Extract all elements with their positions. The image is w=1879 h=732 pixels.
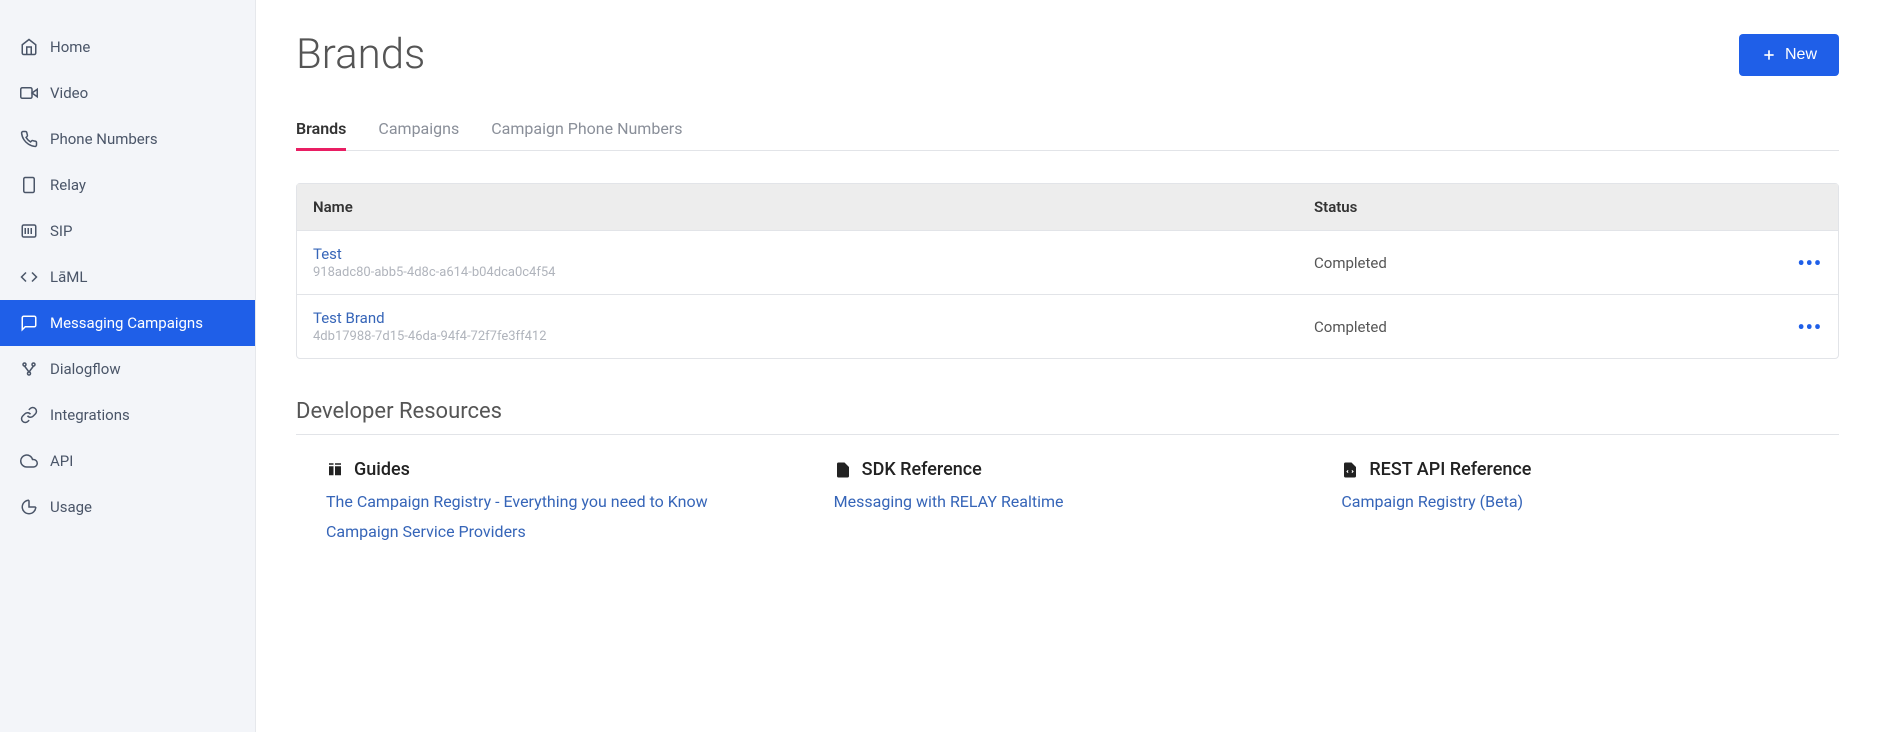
sidebar-item-label: Integrations bbox=[50, 406, 130, 424]
sidebar-item-label: Usage bbox=[50, 498, 92, 516]
relay-icon bbox=[20, 176, 38, 194]
resource-link[interactable]: Messaging with RELAY Realtime bbox=[834, 490, 1302, 514]
new-button-label: New bbox=[1785, 46, 1817, 64]
file-code-icon bbox=[834, 461, 852, 479]
sidebar-item-label: API bbox=[50, 452, 73, 470]
column-header-actions bbox=[1778, 184, 1838, 230]
cell-name: Test Brand 4db17988-7d15-46da-94f4-72f7f… bbox=[297, 295, 1298, 358]
main-content: Brands New Brands Campaigns Campaign Pho… bbox=[256, 0, 1879, 732]
video-icon bbox=[20, 84, 38, 102]
sidebar-item-label: Video bbox=[50, 84, 88, 102]
cell-status: Completed bbox=[1298, 304, 1778, 350]
resource-heading: SDK Reference bbox=[834, 459, 1302, 480]
sidebar-item-messaging-campaigns[interactable]: Messaging Campaigns bbox=[0, 300, 255, 346]
tabs: Brands Campaigns Campaign Phone Numbers bbox=[296, 109, 1839, 151]
cell-name: Test 918adc80-abb5-4d8c-a614-b04dca0c4f5… bbox=[297, 231, 1298, 294]
brand-id: 918adc80-abb5-4d8c-a614-b04dca0c4f54 bbox=[313, 265, 1282, 280]
table-row: Test 918adc80-abb5-4d8c-a614-b04dca0c4f5… bbox=[297, 230, 1838, 294]
phone-icon bbox=[20, 130, 38, 148]
developer-resources-title: Developer Resources bbox=[296, 399, 1839, 424]
resource-heading: Guides bbox=[326, 459, 794, 480]
sidebar-item-api[interactable]: API bbox=[0, 438, 255, 484]
sidebar-item-label: Phone Numbers bbox=[50, 130, 158, 148]
book-icon bbox=[326, 461, 344, 479]
developer-resources: Guides The Campaign Registry - Everythin… bbox=[296, 459, 1839, 550]
column-header-name: Name bbox=[297, 184, 1298, 230]
sidebar-item-usage[interactable]: Usage bbox=[0, 484, 255, 530]
sidebar-item-label: Messaging Campaigns bbox=[50, 314, 203, 332]
link-icon bbox=[20, 406, 38, 424]
resource-column-rest: REST API Reference Campaign Registry (Be… bbox=[1341, 459, 1809, 550]
divider bbox=[296, 434, 1839, 435]
row-actions-button[interactable]: ••• bbox=[1797, 315, 1822, 339]
sidebar-item-label: SIP bbox=[50, 222, 72, 240]
sidebar-item-label: Home bbox=[50, 38, 90, 56]
sidebar-item-laml[interactable]: LāML bbox=[0, 254, 255, 300]
cloud-icon bbox=[20, 452, 38, 470]
sidebar-item-video[interactable]: Video bbox=[0, 70, 255, 116]
resource-link[interactable]: Campaign Registry (Beta) bbox=[1341, 490, 1809, 514]
sidebar-item-phone-numbers[interactable]: Phone Numbers bbox=[0, 116, 255, 162]
sidebar-item-relay[interactable]: Relay bbox=[0, 162, 255, 208]
page-title: Brands bbox=[296, 30, 425, 79]
brand-id: 4db17988-7d15-46da-94f4-72f7fe3ff412 bbox=[313, 329, 1282, 344]
tab-campaign-phone-numbers[interactable]: Campaign Phone Numbers bbox=[491, 109, 682, 150]
sidebar-item-sip[interactable]: SIP bbox=[0, 208, 255, 254]
new-button[interactable]: New bbox=[1739, 34, 1839, 76]
home-icon bbox=[20, 38, 38, 56]
resource-heading: REST API Reference bbox=[1341, 459, 1809, 480]
sip-icon bbox=[20, 222, 38, 240]
sidebar-item-label: LāML bbox=[50, 268, 87, 286]
sidebar-item-dialogflow[interactable]: Dialogflow bbox=[0, 346, 255, 392]
tab-campaigns[interactable]: Campaigns bbox=[378, 109, 459, 150]
sidebar-item-label: Relay bbox=[50, 176, 86, 194]
resource-link[interactable]: The Campaign Registry - Everything you n… bbox=[326, 490, 794, 514]
sidebar-item-integrations[interactable]: Integrations bbox=[0, 392, 255, 438]
table-row: Test Brand 4db17988-7d15-46da-94f4-72f7f… bbox=[297, 294, 1838, 358]
resource-column-sdk: SDK Reference Messaging with RELAY Realt… bbox=[834, 459, 1302, 550]
tab-brands[interactable]: Brands bbox=[296, 109, 346, 151]
plus-icon bbox=[1761, 47, 1777, 63]
header-row: Brands New bbox=[296, 30, 1839, 79]
sidebar-item-label: Dialogflow bbox=[50, 360, 121, 378]
cell-status: Completed bbox=[1298, 240, 1778, 286]
sidebar-item-home[interactable]: Home bbox=[0, 24, 255, 70]
column-header-status: Status bbox=[1298, 184, 1778, 230]
chart-icon bbox=[20, 498, 38, 516]
dialogflow-icon bbox=[20, 360, 38, 378]
file-api-icon bbox=[1341, 461, 1359, 479]
resource-link[interactable]: Campaign Service Providers bbox=[326, 520, 794, 544]
message-icon bbox=[20, 314, 38, 332]
brands-table: Name Status Test 918adc80-abb5-4d8c-a614… bbox=[296, 183, 1839, 359]
brand-name-link[interactable]: Test Brand bbox=[313, 309, 1282, 327]
sidebar: Home Video Phone Numbers Relay SIP LāML … bbox=[0, 0, 256, 732]
brand-name-link[interactable]: Test bbox=[313, 245, 1282, 263]
row-actions-button[interactable]: ••• bbox=[1797, 251, 1822, 275]
table-header: Name Status bbox=[297, 184, 1838, 230]
code-icon bbox=[20, 268, 38, 286]
resource-column-guides: Guides The Campaign Registry - Everythin… bbox=[326, 459, 794, 550]
